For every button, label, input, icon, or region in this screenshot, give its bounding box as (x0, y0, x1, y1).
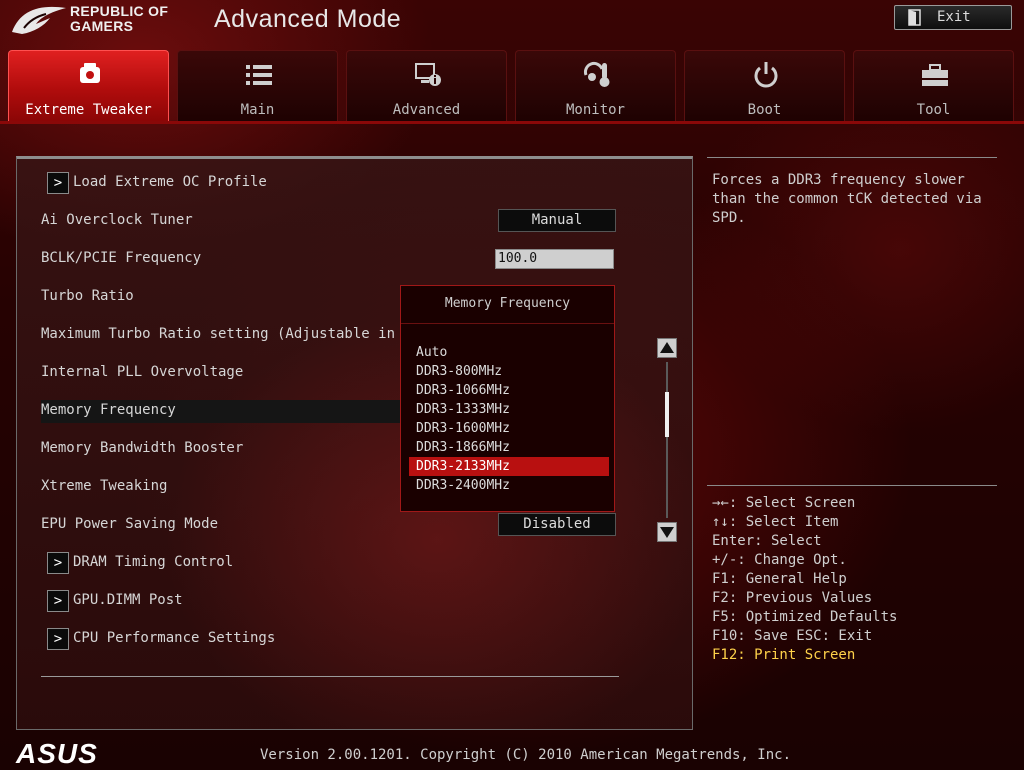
epu-power-saving-value[interactable]: Disabled (498, 513, 616, 536)
cpu-performance-settings[interactable]: CPU Performance Settings (73, 630, 275, 646)
max-turbo-ratio-label[interactable]: Maximum Turbo Ratio setting (Adjustable … (41, 326, 412, 348)
tabbar-divider (0, 121, 1024, 124)
tab-monitor[interactable]: Monitor (515, 50, 676, 122)
tab-extreme-tweaker[interactable]: Extreme Tweaker (8, 50, 169, 122)
key-hint-f5: F5: Optimized Defaults (712, 609, 898, 625)
scrollbar-thumb[interactable] (665, 392, 669, 437)
tab-advanced[interactable]: Advanced (346, 50, 507, 122)
tab-label: Tool (916, 102, 951, 118)
advanced-icon (415, 63, 441, 86)
option-ddr3-800[interactable]: DDR3-800MHz (416, 362, 608, 381)
tweaker-icon (80, 63, 100, 83)
scroll-down-button[interactable] (657, 522, 677, 542)
gpu-dimm-post[interactable]: GPU.DIMM Post (73, 592, 183, 608)
key-hint-f10: F10: Save ESC: Exit (712, 628, 873, 644)
list-icon (246, 65, 272, 85)
help-top-divider (707, 157, 997, 158)
memory-frequency-label[interactable]: Memory Frequency (41, 402, 176, 424)
tab-boot[interactable]: Boot (684, 50, 845, 122)
brand-line-2: GAMERS (70, 18, 134, 34)
submenu-arrow-icon: > (47, 590, 69, 612)
tab-label: Main (240, 102, 275, 118)
header: REPUBLIC OF GAMERS Advanced Mode Exit (0, 0, 1024, 42)
thermometer-icon (583, 61, 610, 87)
dropdown-title: Memory Frequency (444, 296, 571, 311)
scroll-up-button[interactable] (657, 338, 677, 358)
key-hint-select-screen: →←: Select Screen (712, 495, 856, 511)
memory-bandwidth-booster-label[interactable]: Memory Bandwidth Booster (41, 440, 243, 462)
key-hint-change-opt: +/-: Change Opt. (712, 552, 847, 568)
help-keys-divider (707, 485, 997, 486)
brand-text: REPUBLIC OF GAMERS (70, 4, 168, 34)
load-extreme-oc-profile[interactable]: Load Extreme OC Profile (73, 174, 267, 190)
submenu-arrow-icon: > (47, 172, 69, 194)
bclk-frequency-input[interactable]: 100.0 (495, 249, 614, 269)
exit-label: Exit (937, 9, 971, 25)
tab-main[interactable]: Main (177, 50, 338, 122)
tab-label: Advanced (392, 102, 461, 118)
toolbox-icon (922, 64, 948, 86)
ai-overclock-tuner-label[interactable]: Ai Overclock Tuner (41, 212, 193, 234)
option-ddr3-1866[interactable]: DDR3-1866MHz (416, 438, 608, 457)
option-ddr3-1066[interactable]: DDR3-1066MHz (416, 381, 608, 400)
help-description: Forces a DDR3 frequency slower than the … (712, 172, 982, 226)
panel-divider (41, 676, 619, 677)
triangle-down-icon (660, 527, 674, 538)
triangle-up-icon (660, 342, 674, 353)
tab-tool[interactable]: Tool (853, 50, 1014, 122)
exit-button[interactable]: Exit (894, 5, 1012, 30)
asus-logo: ASUS (16, 738, 98, 769)
key-hint-f1: F1: General Help (712, 571, 847, 587)
submenu-arrow-icon: > (47, 628, 69, 650)
option-ddr3-1333[interactable]: DDR3-1333MHz (416, 400, 608, 419)
submenu-arrow-icon: > (47, 552, 69, 574)
ai-overclock-tuner-value[interactable]: Manual (498, 209, 616, 232)
option-ddr3-2133[interactable]: DDR3-2133MHz (409, 457, 609, 476)
version-text: Version 2.00.1201. Copyright (C) 2010 Am… (260, 747, 792, 763)
tab-label: Boot (747, 102, 782, 118)
page-title: Advanced Mode (214, 5, 402, 33)
option-auto[interactable]: Auto (416, 343, 608, 362)
option-ddr3-2400[interactable]: DDR3-2400MHz (416, 476, 608, 495)
bclk-frequency-label[interactable]: BCLK/PCIE Frequency (41, 250, 201, 272)
power-icon (754, 62, 778, 88)
key-hint-enter: Enter: Select (712, 533, 822, 549)
key-hint-f12-print-screen[interactable]: F12: Print Screen (712, 647, 855, 663)
dropdown-divider (401, 323, 614, 324)
internal-pll-label[interactable]: Internal PLL Overvoltage (41, 364, 243, 386)
exit-door-icon (908, 9, 921, 26)
xtreme-tweaking-label[interactable]: Xtreme Tweaking (41, 478, 167, 500)
rog-logo-icon (12, 6, 66, 34)
option-ddr3-1600[interactable]: DDR3-1600MHz (416, 419, 608, 438)
epu-power-saving-label[interactable]: EPU Power Saving Mode (41, 516, 218, 538)
brand-line-1: REPUBLIC OF (70, 3, 169, 19)
key-hint-f2: F2: Previous Values (712, 590, 873, 606)
memory-frequency-dropdown: Memory Frequency Auto DDR3-800MHz DDR3-1… (400, 285, 615, 512)
tab-label: Monitor (565, 102, 625, 118)
scrollbar-track[interactable] (666, 362, 668, 518)
key-hint-select-item: ↑↓: Select Item (712, 514, 839, 530)
dram-timing-control[interactable]: DRAM Timing Control (73, 554, 233, 570)
turbo-ratio-label[interactable]: Turbo Ratio (41, 288, 134, 310)
tab-label: Extreme Tweaker (25, 102, 152, 118)
